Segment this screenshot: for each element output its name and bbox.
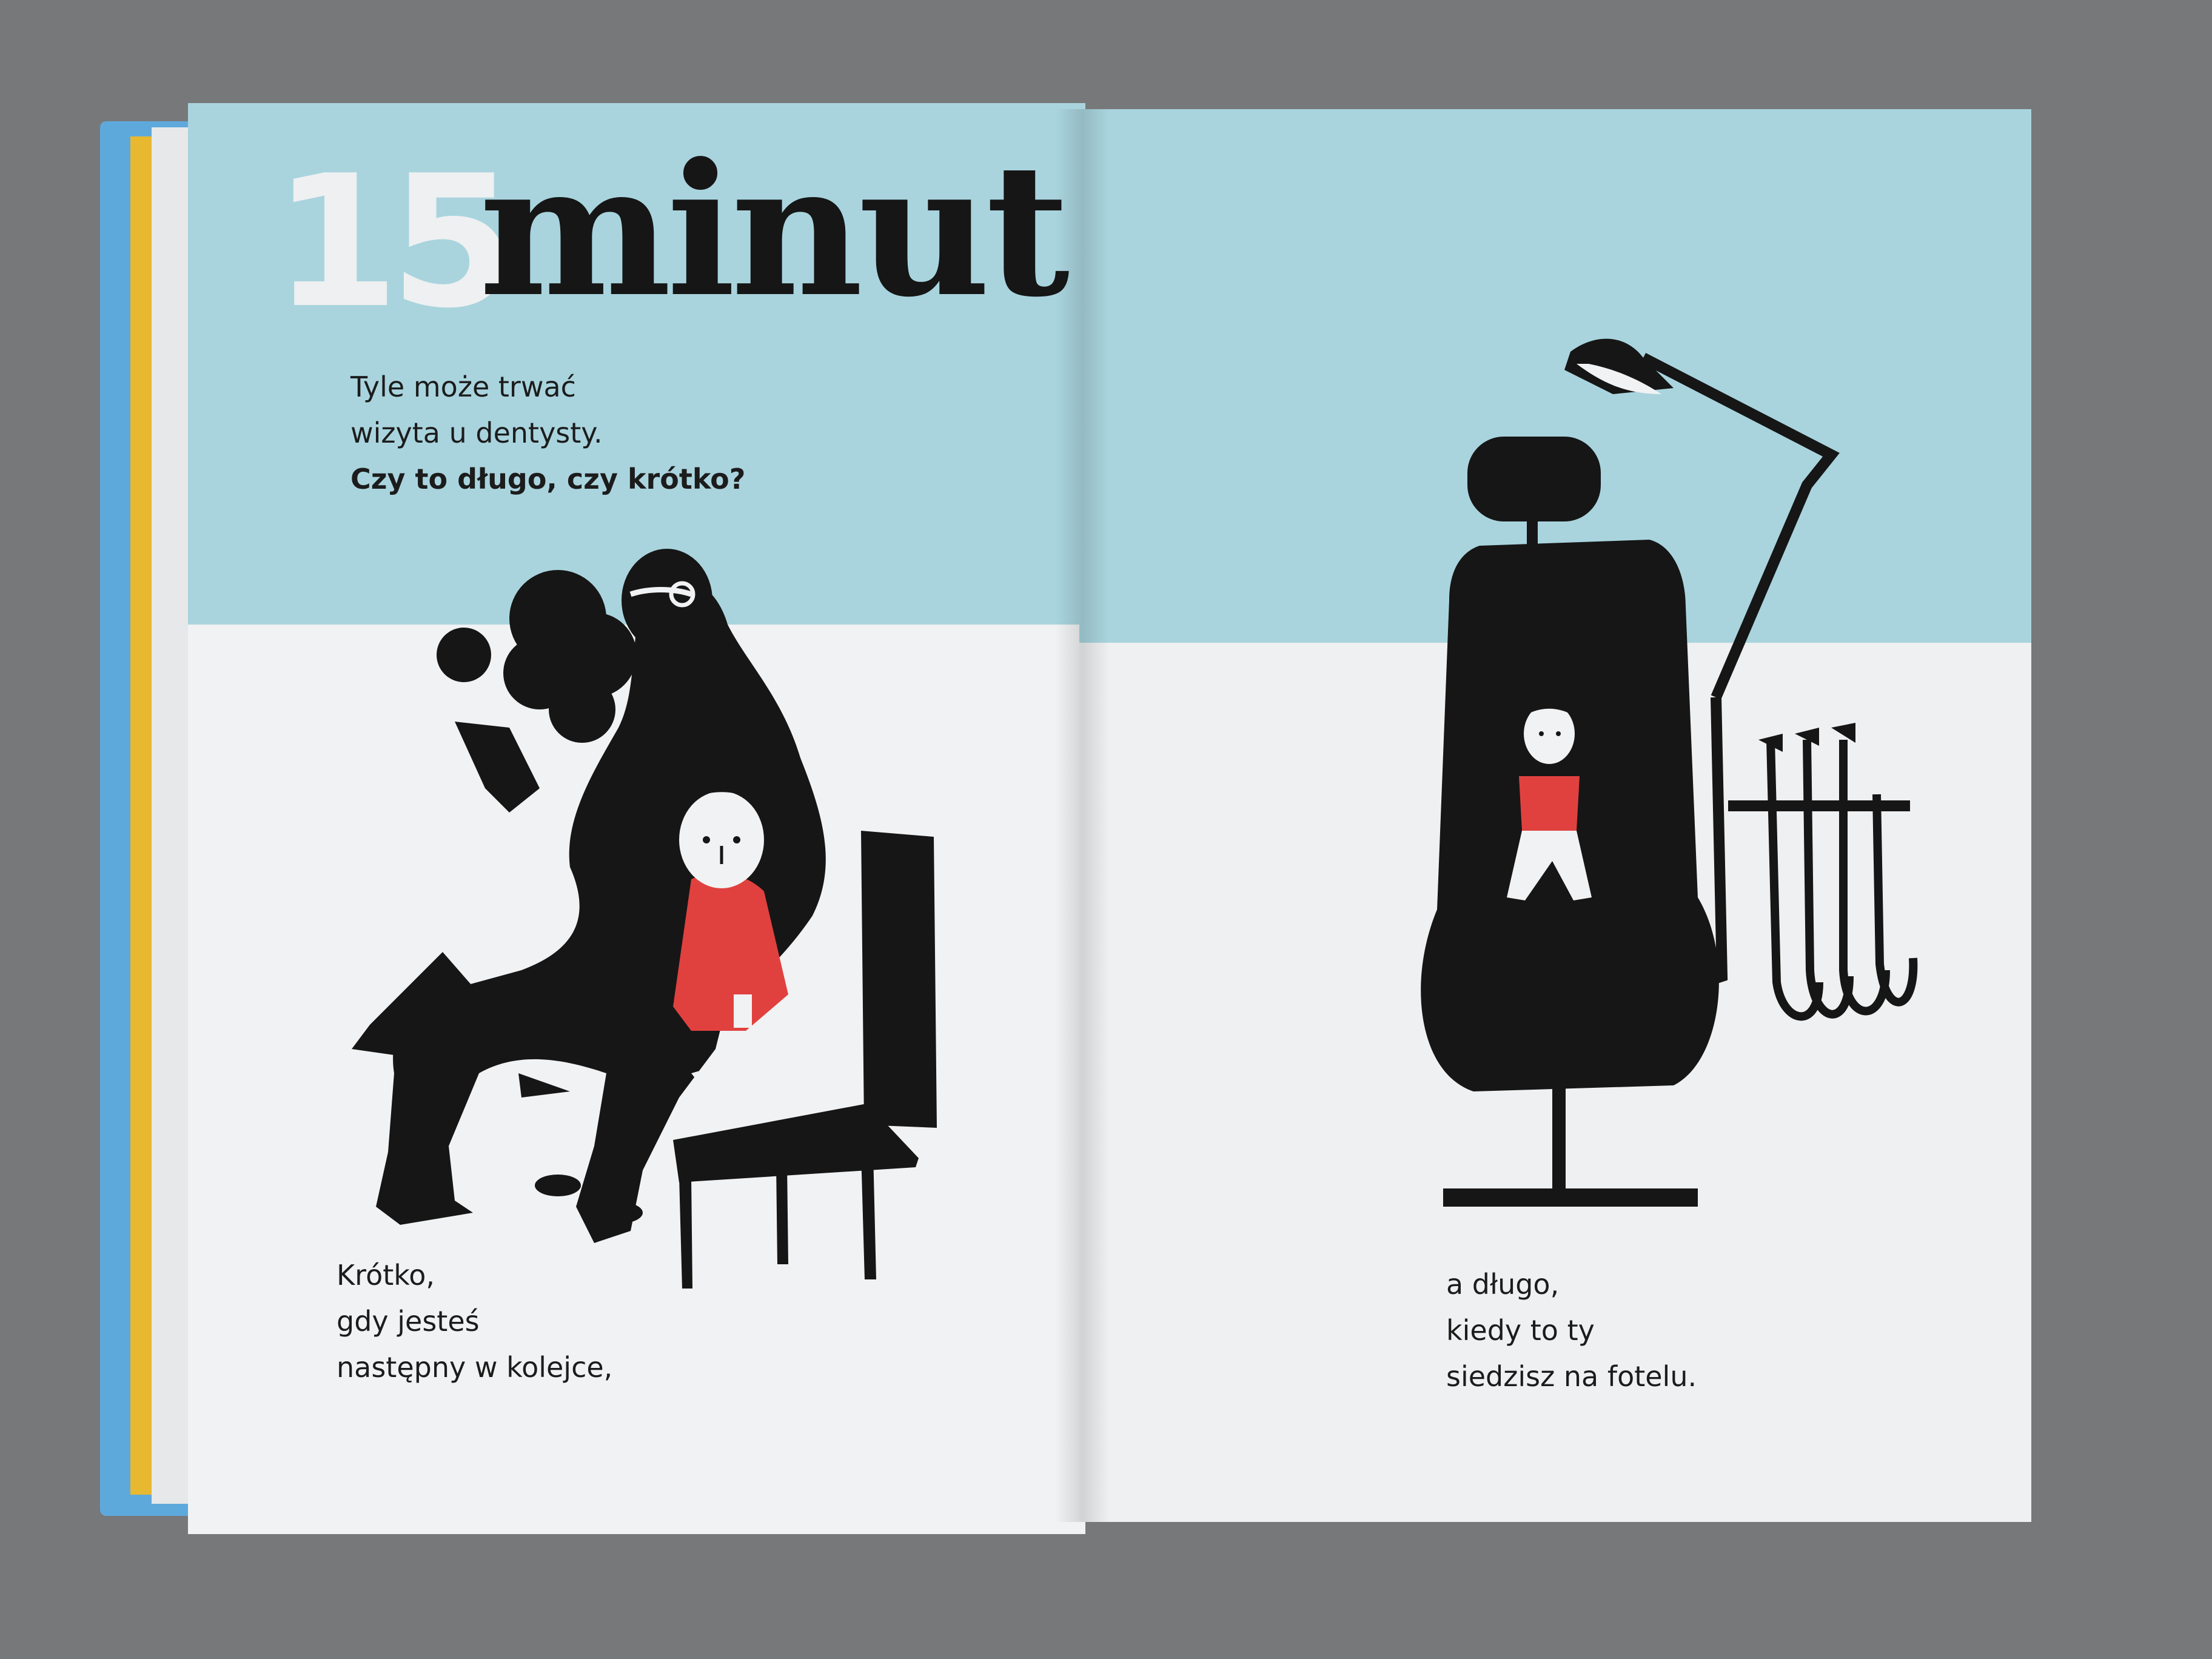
- chair-arm: [518, 1073, 570, 1098]
- flower-hat: [437, 628, 491, 682]
- child-eye: [1539, 731, 1544, 736]
- chair-leg: [679, 1176, 692, 1289]
- chair-leg: [861, 1152, 876, 1279]
- chair-back: [861, 831, 937, 1128]
- caption-line: kiedy to ty: [1446, 1314, 1595, 1347]
- chair-leg: [776, 1164, 788, 1264]
- child-shirt: [1519, 776, 1580, 831]
- shoe: [535, 1175, 581, 1196]
- right-caption: a długo, kiedy to ty siedzisz na fotelu.: [1446, 1261, 1697, 1399]
- adult-head: [622, 549, 712, 652]
- shoe: [594, 1202, 643, 1224]
- caption-line: a długo,: [1446, 1268, 1560, 1301]
- child-shirt-gap: [734, 994, 752, 1028]
- chair-base: [1443, 1188, 1698, 1207]
- dental-tool: [1872, 794, 1918, 1007]
- headrest: [1467, 437, 1601, 521]
- caption-line: następny w kolejce,: [337, 1351, 613, 1384]
- intro-line: Tyle może trwać: [350, 370, 576, 403]
- child-head: [679, 791, 764, 888]
- intro-line: wizyta u dentysty.: [350, 417, 603, 449]
- child-eye: [1556, 731, 1561, 736]
- intro-question: Czy to długo, czy krótko?: [350, 463, 746, 495]
- dentist-chair-illustration: [1421, 338, 1918, 1207]
- hair-puff: [549, 676, 615, 743]
- tool-holder: [1728, 800, 1910, 811]
- intro-text: Tyle może trwać wizyta u dentysty. Czy t…: [350, 364, 745, 502]
- title-word: minut: [479, 123, 1070, 337]
- child-head: [1524, 703, 1575, 764]
- caption-line: siedzisz na fotelu.: [1446, 1360, 1697, 1393]
- arm-with-book: [455, 722, 540, 813]
- title-number: 15: [273, 136, 517, 348]
- waiting-room-illustration: [352, 549, 937, 1289]
- child-eye: [733, 836, 740, 843]
- child-eye: [703, 836, 710, 843]
